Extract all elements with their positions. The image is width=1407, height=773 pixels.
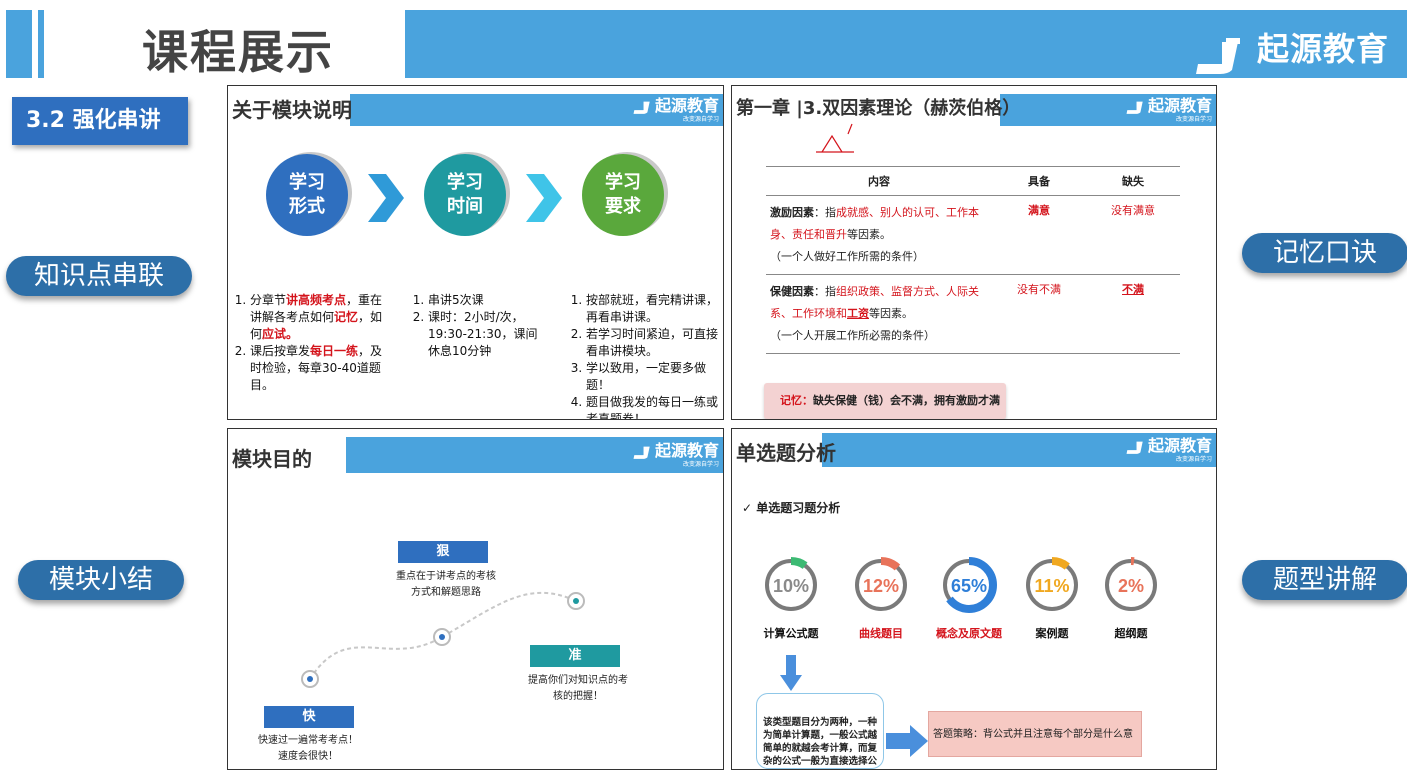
donut-category-label: 案例题 xyxy=(1035,627,1069,640)
donut-category-label: 曲线题目 xyxy=(859,627,903,640)
header-band: 起源教育 改变源自学习 xyxy=(405,10,1407,95)
page-title: 课程展示 xyxy=(142,25,334,79)
donut-value: 65% xyxy=(951,576,987,596)
handwritten-mark-icon xyxy=(816,123,854,153)
brand-name: 起源教育 xyxy=(1256,30,1389,68)
panel-title: 关于模块说明 xyxy=(232,98,352,122)
header-accent-bar xyxy=(6,10,32,78)
chevron-right-icon xyxy=(526,174,562,222)
donut-value: 2% xyxy=(1118,576,1144,596)
pill-knowledge-link[interactable]: 知识点串联 xyxy=(6,256,192,296)
brand-slogan: 改变源自学习 xyxy=(1191,77,1389,96)
hen-description: 重点在于讲考点的考核方式和解题思路 xyxy=(396,571,496,598)
panel-two-factor-theory: 起源教育 改变源自学习 第一章 |3.双因素理论（赫茨伯格） 内容 具备 缺失 激励… xyxy=(731,85,1217,420)
chevron-right-icon xyxy=(368,174,404,222)
pill-module-summary[interactable]: 模块小结 xyxy=(18,560,184,600)
study-requirement-list: 按部就班，看完精讲课，再看串讲课。 若学习时间紧迫，可直接看串讲模块。 学以致用… xyxy=(564,292,720,419)
panel-title: 第一章 |3.双因素理论（赫茨伯格） xyxy=(736,98,1021,119)
panel-module-description: 起源教育 改变源自学习 关于模块说明 学习形式 学习时间 学习要求 分章节讲高频… xyxy=(227,85,724,420)
donut-2: 65% xyxy=(941,557,997,613)
circle-study-time: 学习 时间 xyxy=(424,154,506,236)
table-row: 激励因素：指成就感、别人的认可、工作本身、责任和晋升等因素。 （一个人做好工作所需… xyxy=(766,195,1180,275)
donut-category-label: 超纲题 xyxy=(1114,627,1148,640)
donut-value: 11% xyxy=(1034,576,1069,596)
two-factor-table: 内容 具备 缺失 激励因素：指成就感、别人的认可、工作本身、责任和晋升等因素。 （一个… xyxy=(766,166,1180,354)
arrow-down-icon xyxy=(780,655,802,691)
section-label: 3.2 强化串讲 xyxy=(12,97,188,145)
pill-question-types[interactable]: 题型讲解 xyxy=(1242,560,1407,600)
callout-box: 该类型题目分为两种，一种为简单计算题，一般公式越简单的就越会考计算，而复杂的公式… xyxy=(756,693,884,769)
donut-value: 12% xyxy=(863,576,899,596)
brand-mark-icon xyxy=(1195,37,1240,74)
panel-header-band: 起源教育 改变源自学习 xyxy=(350,94,723,126)
arrow-right-icon xyxy=(886,725,928,757)
panel-single-choice-analysis: 起源教育 改变源自学习 单选题分析 ✓ 单选题习题分析 10% 12% 65% 11%… xyxy=(731,428,1217,770)
circle-study-form: 学习 形式 xyxy=(266,154,348,236)
study-form-list: 分章节讲高频考点，重在讲解各考点如何记忆，如何应试。 课后按章发每日一练，及时检… xyxy=(228,292,388,394)
header-accent-bar-thin xyxy=(38,10,44,78)
label-kuai: 快 xyxy=(264,706,354,728)
donut-1: 12% xyxy=(853,557,909,613)
memo-box: 记忆：缺失保健（钱）会不满，拥有激励才满意。 xyxy=(764,383,1006,419)
mini-brand-logo: 起源教育 改变源自学习 xyxy=(632,98,719,123)
donut-category-label: 概念及原文题 xyxy=(936,627,1002,640)
label-zhun: 准 xyxy=(530,645,620,667)
table-row: 保健因素：指组织政策、监督方式、人际关系、工作环境和工资等因素。 （一个人开展工作… xyxy=(766,274,1180,354)
donut-category-label: 计算公式题 xyxy=(763,627,819,640)
strategy-box: 答题策略：背公式并且注意每个部分是什么意思 xyxy=(928,711,1142,757)
kuai-description: 快速过一遍常考考点！速度会很快！ xyxy=(258,735,358,762)
circle-study-requirement: 学习 要求 xyxy=(582,154,664,236)
pill-memory-tips[interactable]: 记忆口诀 xyxy=(1242,233,1407,273)
panel-header-band: 起源教育 改变源自学习 xyxy=(1000,94,1216,126)
panel-module-purpose: 起源教育 改变源自学习 模块目的 狠 重点在于讲考点的考核方式和解题思路 准 提… xyxy=(227,428,724,770)
label-hen: 狠 xyxy=(398,541,488,563)
donut-4: 2% xyxy=(1103,557,1159,613)
donut-value: 10% xyxy=(773,576,809,596)
study-time-list: 串讲5次课 课时：2小时/次，19:30-21:30，课间休息10分钟 xyxy=(406,292,546,360)
zhun-description: 提高你们对知识点的考核的把握！ xyxy=(528,675,628,702)
mini-brand-logo: 起源教育 改变源自学习 xyxy=(1125,98,1212,123)
brand-logo: 起源教育 改变源自学习 xyxy=(1191,24,1389,96)
brand-mark-icon xyxy=(1126,101,1143,114)
donut-3: 11% xyxy=(1024,557,1080,613)
brand-mark-icon xyxy=(633,101,650,114)
donut-0: 10% xyxy=(763,557,819,613)
